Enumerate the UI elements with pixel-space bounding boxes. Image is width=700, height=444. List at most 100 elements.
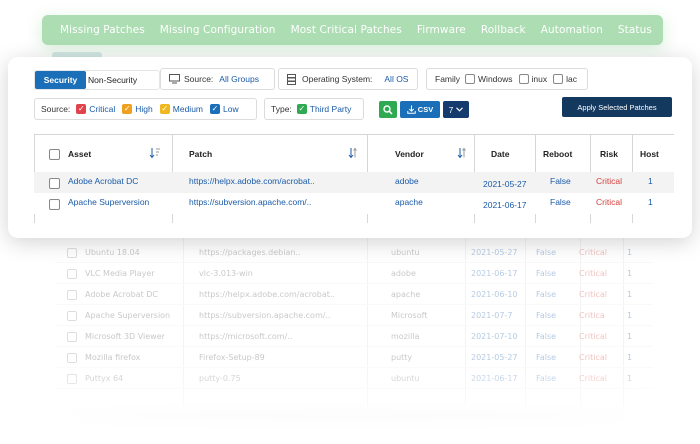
type-label: Type: — [271, 104, 292, 114]
nav-most-critical-patches[interactable]: Most Critical Patches — [291, 24, 402, 36]
check-icon: ✓ — [122, 104, 133, 114]
nav-firmware[interactable]: Firmware — [417, 24, 466, 36]
sort-icon[interactable] — [347, 147, 359, 159]
top-navigation-bar: Missing Patches Missing Configuration Mo… — [42, 15, 663, 45]
cell-asset: Ubuntu 18.04 — [85, 248, 140, 257]
column-header-risk[interactable]: Risk — [600, 149, 618, 159]
cell-reboot: False — [550, 176, 571, 186]
column-header-date[interactable]: Date — [491, 149, 509, 159]
background-table-row: Apache Superversion https://subversion.ap… — [55, 305, 653, 326]
cell-vendor: mozilla — [391, 332, 420, 341]
nav-rollback[interactable]: Rollback — [481, 24, 526, 36]
family-linux-checkbox[interactable] — [518, 74, 529, 84]
cell-asset: Apache Superversion — [68, 197, 150, 207]
background-table-row: Ubuntu 18.04 https://packages.debian.. ubu… — [55, 242, 653, 263]
cell-reboot: False — [536, 248, 557, 257]
type-filter: Type: ✓ Third Party — [264, 98, 364, 120]
cell-asset: Adobe Acrobat DC — [68, 176, 139, 186]
cell-vendor: adobe — [391, 269, 416, 278]
nav-missing-patches[interactable]: Missing Patches — [60, 24, 145, 36]
cell-patch-link[interactable]: https://subversion.apache.com/.. — [189, 197, 311, 207]
row-checkbox — [67, 332, 77, 342]
sort-icon[interactable] — [149, 147, 161, 159]
cell-reboot: False — [536, 332, 557, 341]
cell-host: 1 — [627, 248, 633, 257]
cell-vendor: ubuntu — [391, 248, 420, 257]
row-checkbox[interactable] — [49, 199, 60, 210]
page-size-dropdown[interactable]: 7 — [443, 101, 469, 118]
cell-risk: Critical — [579, 269, 607, 278]
family-filter: Family Windows inux lac — [426, 68, 588, 90]
table-row[interactable]: Apache Superversion https://subversion.a… — [34, 193, 674, 214]
severity-critical-option[interactable]: ✓ Critical — [76, 104, 115, 114]
family-linux-label: inux — [531, 74, 548, 84]
severity-low-option[interactable]: ✓ Low — [210, 104, 239, 114]
family-windows-checkbox[interactable] — [465, 74, 476, 84]
background-table-row: Microsoft 3D Viewer https://microsoft.com… — [55, 326, 653, 347]
sort-icon[interactable] — [456, 147, 468, 159]
cell-asset: Microsoft 3D Viewer — [85, 332, 165, 341]
background-table-row: Adobe Acrobat DC https://helpx.adobe.com/… — [55, 284, 653, 305]
chevron-down-icon — [456, 107, 464, 112]
family-windows-label: Windows — [478, 74, 513, 84]
family-mac-label: lac — [566, 74, 577, 84]
cell-date: 2021-06-17 — [483, 200, 527, 210]
nav-status[interactable]: Status — [618, 24, 652, 36]
column-header-patch[interactable]: Patch — [189, 149, 212, 159]
cell-patch: https://helpx.adobe.com/acrobat.. — [199, 290, 335, 299]
tab-security[interactable]: Security — [35, 71, 86, 89]
cell-host: 1 — [648, 197, 653, 207]
cell-reboot: False — [536, 290, 557, 299]
cell-asset: Apache Superversion — [85, 311, 171, 320]
cell-patch: https://microsoft.com/.. — [199, 332, 293, 341]
cell-asset: VLC Media Player — [85, 269, 155, 278]
family-mac-checkbox[interactable] — [553, 74, 564, 84]
column-header-reboot[interactable]: Reboot — [543, 149, 572, 159]
check-icon: ✓ — [159, 104, 170, 114]
check-icon: ✓ — [76, 104, 87, 114]
search-button[interactable] — [379, 101, 397, 118]
security-toggle: Security Non-Security — [34, 70, 160, 90]
column-header-asset[interactable]: Asset — [68, 149, 91, 159]
cell-vendor: adobe — [395, 176, 419, 186]
source-label: Source: — [184, 74, 214, 84]
cell-reboot: False — [536, 311, 557, 320]
row-checkbox — [67, 248, 77, 258]
bottom-fade-overlay — [0, 360, 700, 444]
type-third-party-option[interactable]: ✓ Third Party — [296, 104, 351, 114]
severity-low-label: Low — [223, 104, 239, 114]
table-row[interactable]: Adobe Acrobat DC https://helpx.adobe.com… — [34, 172, 674, 193]
severity-medium-option[interactable]: ✓ Medium — [159, 104, 203, 114]
cell-risk: Critical — [596, 176, 622, 186]
cell-vendor: apache — [395, 197, 423, 207]
cell-patch: https://subversion.apache.com/.. — [199, 311, 331, 320]
csv-label: CSV — [417, 105, 434, 114]
severity-filter: Source: ✓ Critical ✓ High ✓ Medium ✓ Low — [34, 98, 257, 120]
apply-selected-patches-button[interactable]: Apply Selected Patches — [562, 97, 672, 117]
tab-non-security[interactable]: Non-Security — [86, 71, 159, 89]
cell-date: 2021-05-27 — [483, 179, 527, 189]
severity-label: Source: — [41, 104, 71, 114]
cell-host: 1 — [627, 332, 633, 341]
cell-reboot: False — [550, 197, 571, 207]
patches-card: Security Non-Security Source: All Groups… — [8, 57, 692, 238]
cell-risk: Critica — [579, 311, 605, 320]
row-checkbox[interactable] — [49, 178, 60, 189]
csv-download-button[interactable]: CSV — [400, 101, 440, 118]
cell-host: 1 — [627, 269, 633, 278]
cell-risk: Critical — [579, 332, 607, 341]
os-filter[interactable]: Operating System: All OS — [278, 68, 418, 90]
patches-table: Asset Patch Vendor Date Reboot Risk Host… — [34, 134, 674, 223]
source-filter[interactable]: Source: All Groups — [160, 68, 275, 90]
cell-patch: https://packages.debian.. — [199, 248, 301, 257]
row-checkbox — [67, 269, 77, 279]
cell-host: 1 — [627, 290, 633, 299]
column-header-vendor[interactable]: Vendor — [395, 149, 424, 159]
severity-high-option[interactable]: ✓ High — [122, 104, 153, 114]
cell-patch-link[interactable]: https://helpx.adobe.com/acrobat.. — [189, 176, 315, 186]
column-header-host[interactable]: Host — [640, 149, 659, 159]
select-all-checkbox[interactable] — [49, 149, 60, 160]
background-table-row: VLC Media Player vlc-3.013-win adobe 2021-0… — [55, 263, 653, 284]
nav-automation[interactable]: Automation — [541, 24, 603, 36]
nav-missing-configuration[interactable]: Missing Configuration — [160, 24, 276, 36]
